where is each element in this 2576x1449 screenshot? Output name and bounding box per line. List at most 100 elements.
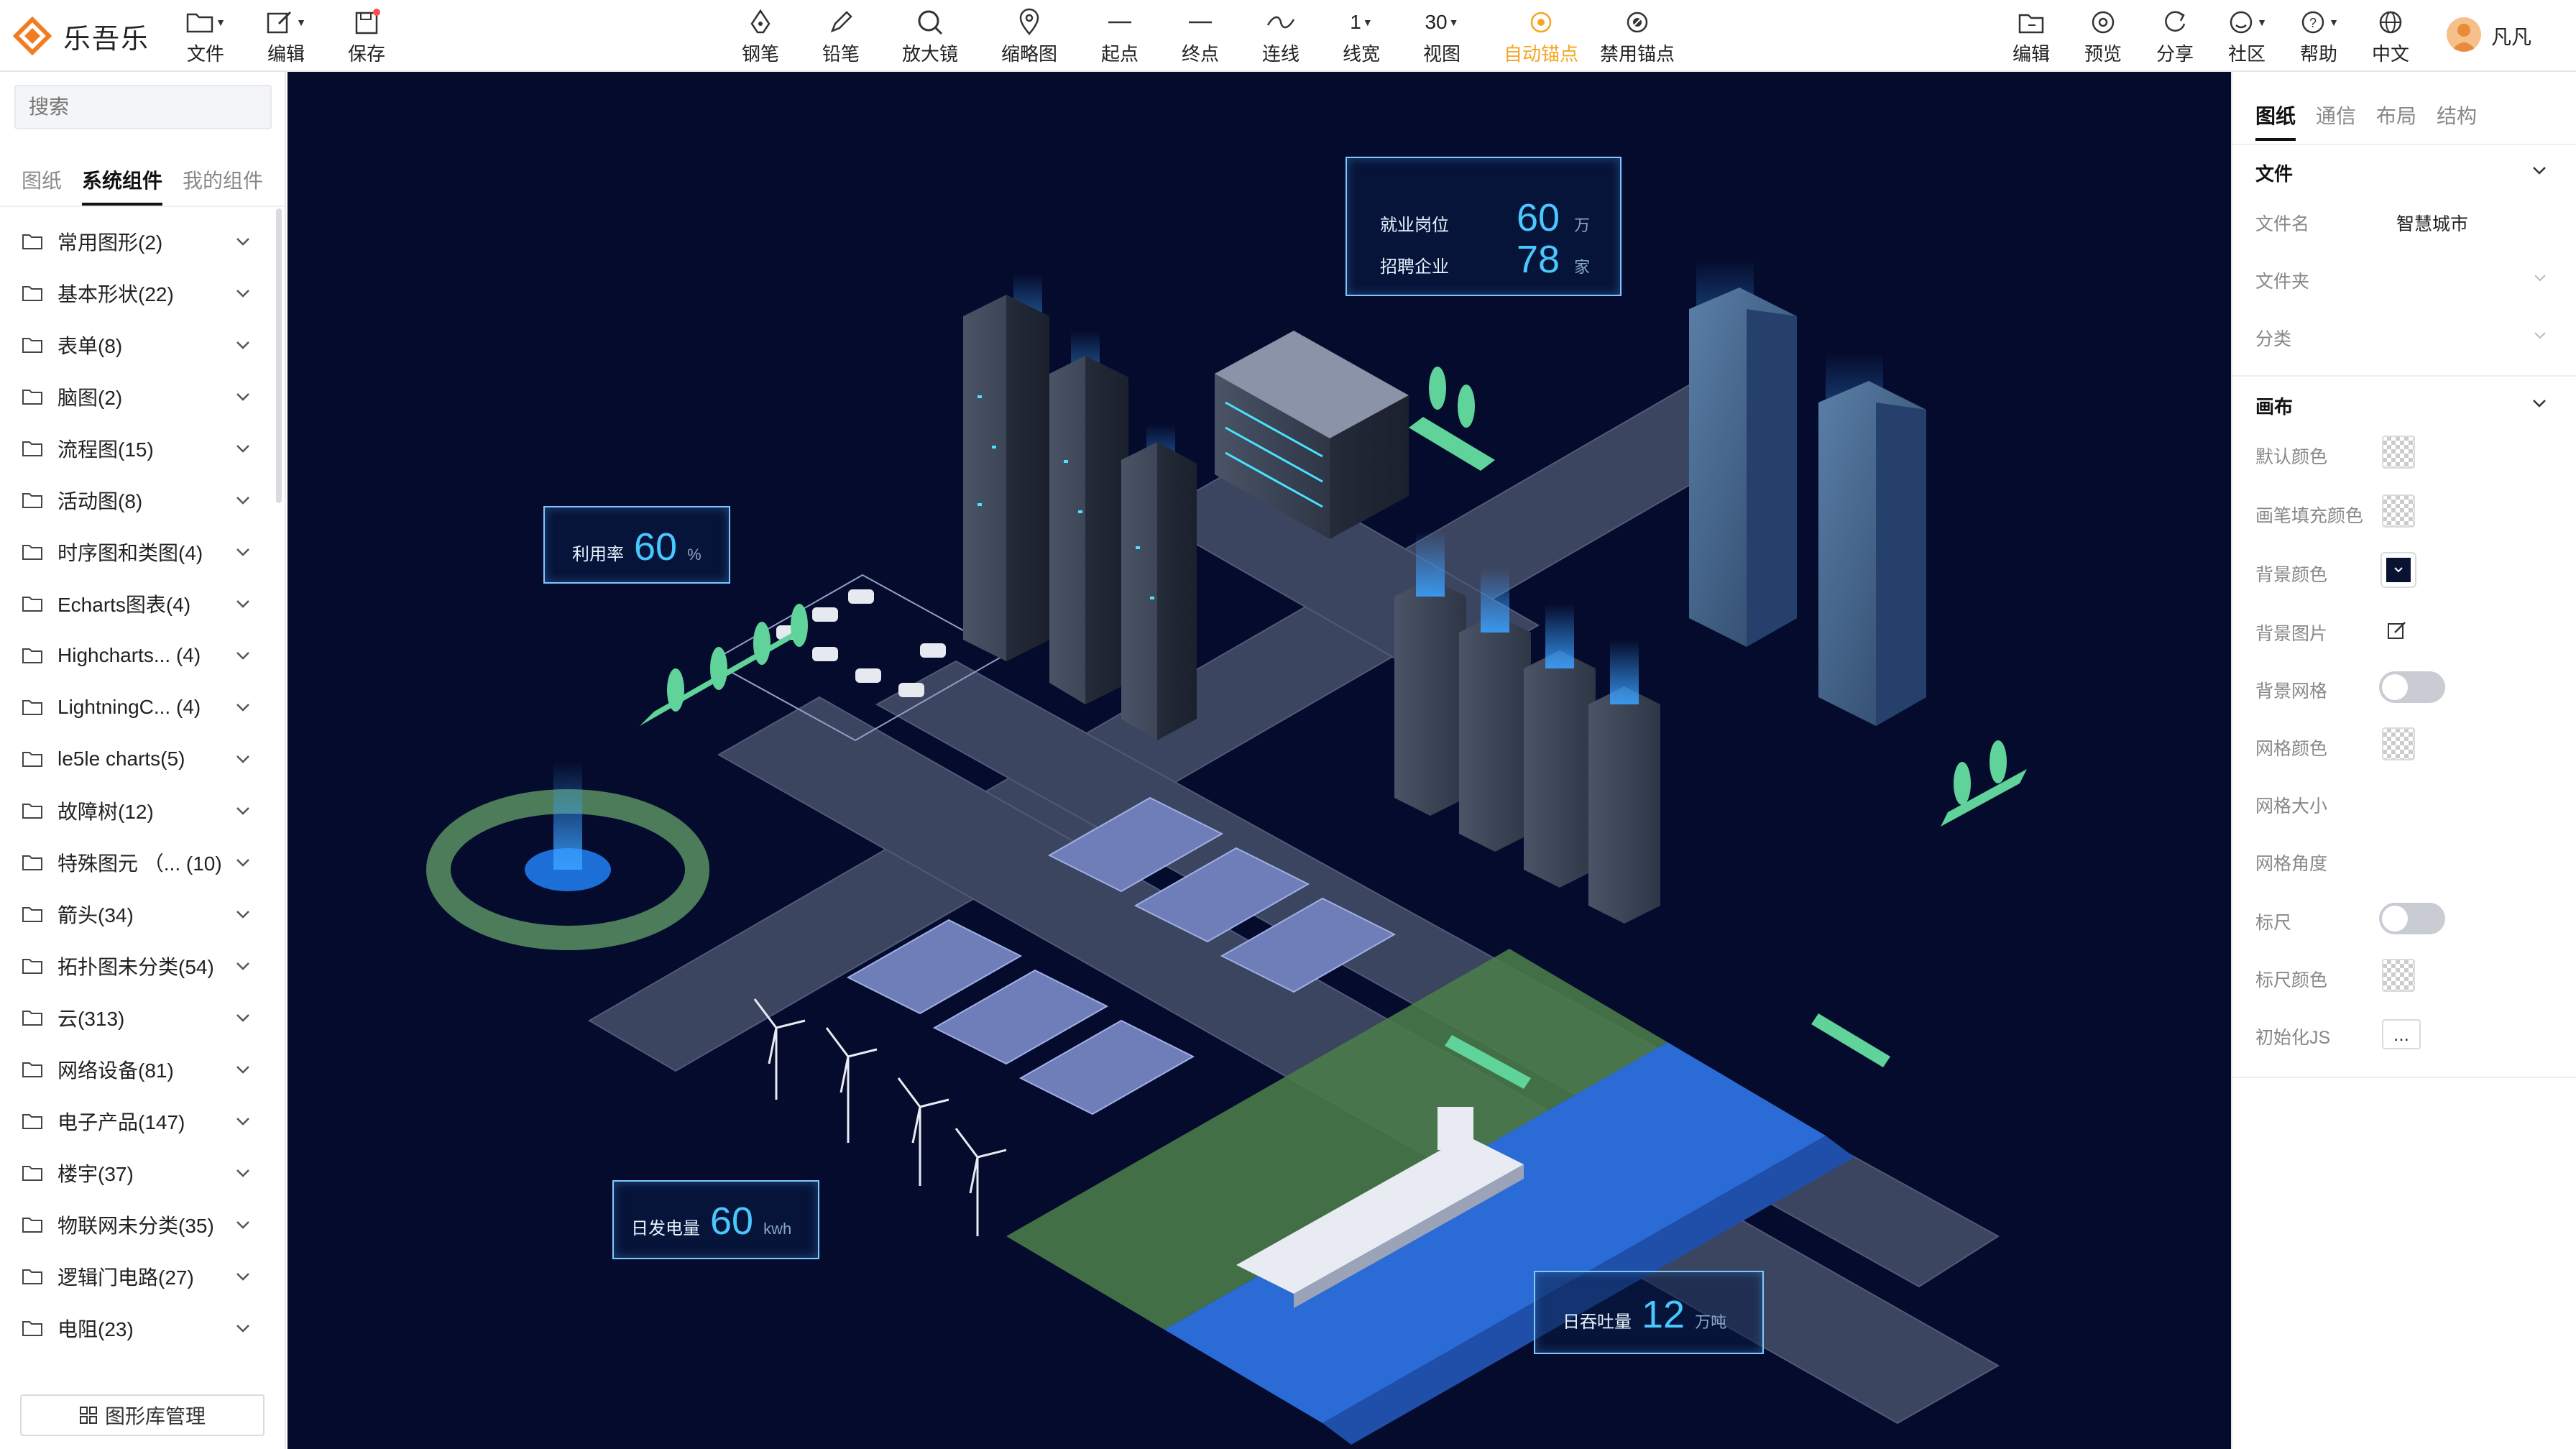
pen-tool-button[interactable]: 钢笔 — [720, 7, 801, 66]
chevron-down-icon[interactable] — [234, 440, 252, 457]
preview-button[interactable]: 预览 — [2063, 7, 2143, 66]
pen-fill-color-swatch[interactable] — [2382, 494, 2415, 528]
library-item[interactable]: LightningC... (4) — [0, 681, 280, 733]
throughput-info-panel[interactable]: 日吞吐量 12 万吨 — [1534, 1271, 1764, 1354]
library-item[interactable]: 拓扑图未分类(54) — [0, 940, 280, 992]
library-item[interactable]: 表单(8) — [0, 319, 280, 371]
community-button[interactable]: ▼ 社区 — [2207, 7, 2287, 66]
chevron-down-icon[interactable] — [234, 957, 252, 975]
chevron-down-icon[interactable] — [234, 1113, 252, 1130]
magnifier-tool-button[interactable]: 放大镜 — [890, 7, 970, 66]
connector-button[interactable]: 连线 — [1241, 7, 1321, 66]
ruler-color-swatch[interactable] — [2382, 959, 2415, 992]
library-item[interactable]: 网络设备(81) — [0, 1044, 280, 1095]
library-item[interactable]: 故障树(12) — [0, 785, 280, 837]
chevron-down-icon[interactable] — [234, 1061, 252, 1078]
edit-mode-button[interactable]: 编辑 — [1991, 7, 2071, 66]
chevron-down-icon[interactable] — [234, 388, 252, 405]
jobs-info-panel[interactable]: 就业岗位 60 万 招聘企业 78 家 — [1346, 157, 1622, 296]
library-manage-button[interactable]: 图形库管理 — [20, 1394, 264, 1436]
tab-my-components[interactable]: 我的组件 — [183, 165, 263, 206]
chevron-down-icon[interactable] — [2531, 162, 2547, 178]
line-end-button[interactable]: 终点 — [1160, 7, 1241, 66]
edit-image-icon[interactable] — [2386, 620, 2408, 641]
tab-layout[interactable]: 布局 — [2376, 101, 2416, 141]
tab-drawings[interactable]: 图纸 — [22, 165, 62, 206]
library-item[interactable]: 基本形状(22) — [0, 267, 280, 319]
file-name-value[interactable]: 智慧城市 — [2396, 210, 2468, 236]
library-item[interactable]: 流程图(15) — [0, 423, 280, 474]
user-avatar[interactable] — [2447, 17, 2481, 52]
library-item[interactable]: 时序图和类图(4) — [0, 526, 280, 578]
chevron-down-icon[interactable] — [234, 543, 252, 561]
library-item[interactable]: Echarts图表(4) — [0, 578, 280, 630]
pencil-tool-button[interactable]: 铅笔 — [801, 7, 881, 66]
library-item[interactable]: 云(313) — [0, 992, 280, 1044]
chevron-down-icon[interactable] — [234, 233, 252, 250]
library-item[interactable]: 楼宇(37) — [0, 1147, 280, 1199]
grid-color-swatch[interactable] — [2382, 727, 2415, 760]
background-grid-toggle[interactable] — [2379, 671, 2445, 703]
app-logo[interactable]: 乐吾乐 — [12, 14, 150, 58]
ruler-toggle[interactable] — [2379, 903, 2445, 934]
user-name[interactable]: 凡凡 — [2491, 22, 2531, 50]
edit-menu-button[interactable]: ▼ 编辑 — [246, 7, 326, 66]
minimap-tool-button[interactable]: 缩略图 — [989, 7, 1070, 66]
line-start-button[interactable]: 起点 — [1080, 7, 1160, 66]
chevron-down-icon[interactable] — [234, 1268, 252, 1285]
chevron-down-icon[interactable] — [234, 1009, 252, 1026]
share-button[interactable]: 分享 — [2135, 7, 2215, 66]
line-width-dropdown[interactable]: 1 ▼ 线宽 — [1321, 7, 1402, 66]
library-item[interactable]: 逻辑门电路(27) — [0, 1251, 280, 1302]
chevron-down-icon[interactable] — [234, 802, 252, 819]
chevron-down-icon[interactable] — [234, 336, 252, 354]
library-item[interactable]: le5le charts(5) — [0, 733, 280, 785]
library-item[interactable]: 物联网未分类(35) — [0, 1199, 280, 1251]
chevron-down-icon[interactable] — [234, 285, 252, 302]
library-item[interactable]: 箭头(34) — [0, 888, 280, 940]
chevron-down-icon[interactable] — [234, 699, 252, 716]
file-menu-button[interactable]: ▼ 文件 — [165, 7, 246, 66]
category-select-chevron-icon[interactable] — [2533, 328, 2547, 342]
library-scrollbar[interactable] — [276, 208, 282, 503]
chevron-down-icon[interactable] — [234, 750, 252, 768]
help-button[interactable]: ? ▼ 帮助 — [2278, 7, 2359, 66]
canvas-section-title[interactable]: 画布 — [2255, 392, 2293, 419]
chevron-down-icon[interactable] — [234, 647, 252, 664]
chevron-down-icon[interactable] — [234, 1216, 252, 1233]
library-item[interactable]: 特殊图元 （... (10) — [0, 837, 280, 888]
chevron-down-icon[interactable] — [2531, 395, 2547, 411]
background-color-swatch[interactable] — [2380, 552, 2416, 588]
chevron-down-icon[interactable] — [234, 1320, 252, 1337]
library-item[interactable]: Highcharts... (4) — [0, 630, 280, 681]
tab-structure[interactable]: 结构 — [2437, 101, 2477, 141]
power-info-panel[interactable]: 日发电量 60 kwh — [612, 1180, 819, 1259]
library-item-label: LightningC... (4) — [58, 696, 201, 718]
tab-drawing[interactable]: 图纸 — [2255, 101, 2296, 141]
view-zoom-dropdown[interactable]: 30 ▼ 视图 — [1402, 7, 1482, 66]
usage-info-panel[interactable]: 利用率 60 % — [543, 506, 730, 584]
auto-anchor-button[interactable]: 自动锚点 — [1501, 7, 1581, 66]
init-js-button[interactable]: ... — [2382, 1019, 2421, 1049]
language-button[interactable]: 中文 — [2350, 7, 2431, 66]
file-section-title[interactable]: 文件 — [2255, 160, 2293, 186]
library-item[interactable]: 电阻(23) — [0, 1302, 280, 1354]
tab-system-components[interactable]: 系统组件 — [82, 165, 163, 206]
library-item[interactable]: 脑图(2) — [0, 371, 280, 423]
chevron-down-icon[interactable] — [234, 854, 252, 871]
library-item[interactable]: 活动图(8) — [0, 474, 280, 526]
search-input[interactable] — [14, 85, 272, 129]
chevron-down-icon[interactable] — [234, 492, 252, 509]
chevron-down-icon[interactable] — [234, 906, 252, 923]
disable-anchor-button[interactable]: 禁用锚点 — [1597, 7, 1678, 66]
library-item[interactable]: 电子产品(147) — [0, 1095, 280, 1147]
folder-icon — [22, 1166, 42, 1181]
drawing-canvas[interactable]: 就业岗位 60 万 招聘企业 78 家 利用率 60 % 日发电量 60 kwh… — [288, 72, 2231, 1449]
chevron-down-icon[interactable] — [234, 1164, 252, 1182]
tab-communication[interactable]: 通信 — [2316, 101, 2356, 141]
save-button[interactable]: 保存 — [326, 7, 407, 66]
chevron-down-icon[interactable] — [234, 595, 252, 612]
default-color-swatch[interactable] — [2382, 436, 2415, 469]
library-item[interactable]: 常用图形(2) — [0, 216, 280, 267]
folder-select-chevron-icon[interactable] — [2533, 270, 2547, 285]
